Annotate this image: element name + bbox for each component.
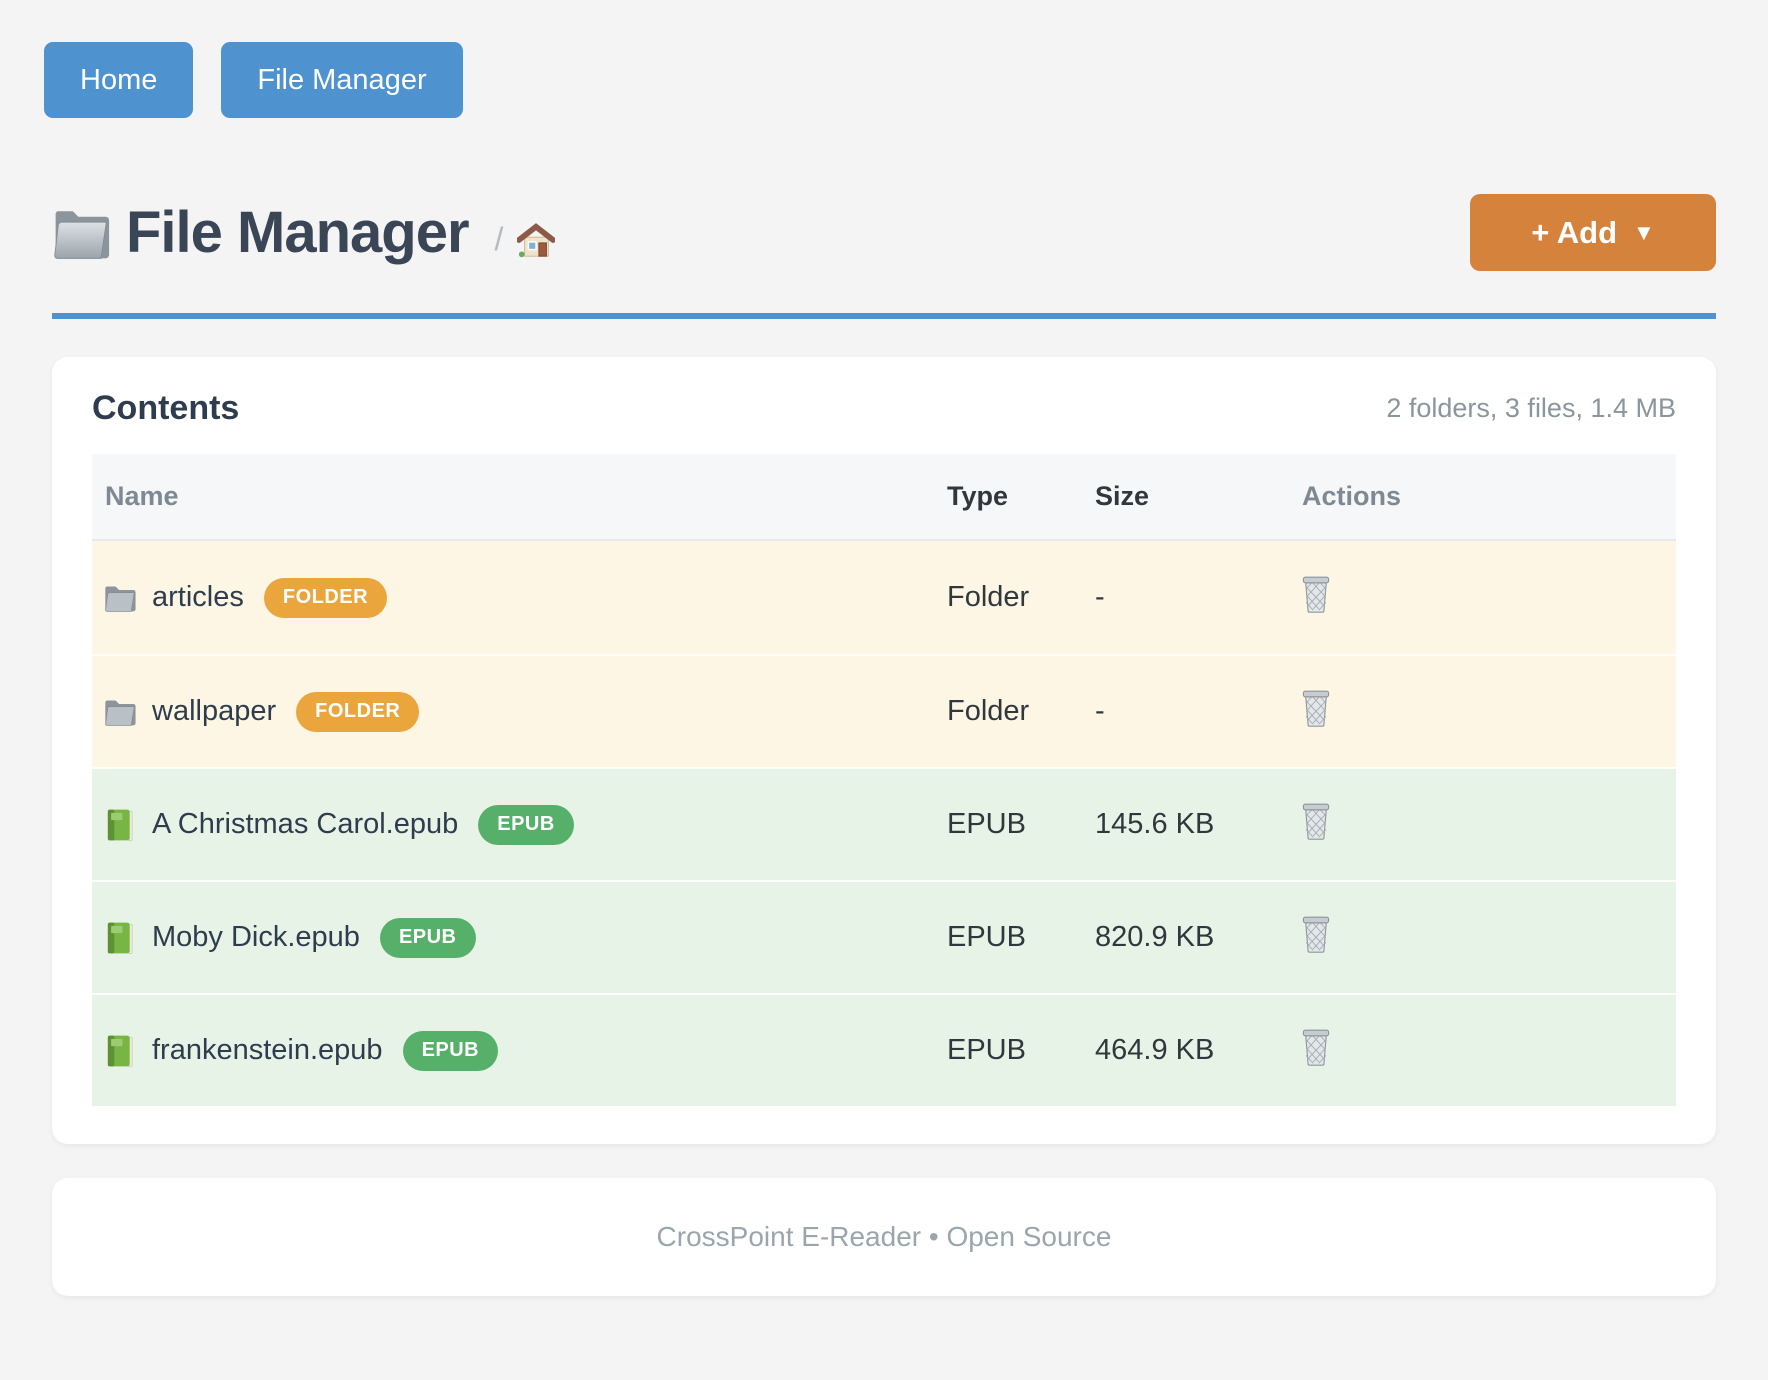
file-type: Folder [947, 695, 1095, 728]
wastebasket-icon [1302, 800, 1330, 842]
file-name[interactable]: articles [152, 581, 244, 614]
file-type: EPUB [947, 1034, 1095, 1067]
table-row: wallpaper FOLDER Folder - [92, 654, 1676, 767]
wastebasket-icon [1302, 573, 1330, 615]
file-type: EPUB [947, 808, 1095, 841]
file-type: EPUB [947, 921, 1095, 954]
page-header: File Manager / + Add ▼ [52, 194, 1716, 271]
title-divider [52, 313, 1716, 319]
table-body: articles FOLDER Folder - [92, 541, 1676, 1106]
delete-button[interactable] [1302, 687, 1330, 729]
nav-button-file-manager[interactable]: File Manager [221, 42, 462, 118]
table-row: articles FOLDER Folder - [92, 541, 1676, 654]
footer-text: CrossPoint E-Reader • Open Source [657, 1221, 1112, 1253]
file-size: 820.9 KB [1095, 921, 1292, 954]
column-header-actions: Actions [1292, 481, 1676, 512]
file-type-badge: EPUB [478, 805, 574, 845]
file-type-badge: FOLDER [296, 692, 419, 732]
table-header-row: Name Type Size Actions [92, 454, 1676, 541]
footer: CrossPoint E-Reader • Open Source [52, 1178, 1716, 1296]
delete-button[interactable] [1302, 800, 1330, 842]
page-title: File Manager [126, 204, 469, 262]
file-name[interactable]: A Christmas Carol.epub [152, 808, 458, 841]
file-size: 464.9 KB [1095, 1034, 1292, 1067]
contents-card: Contents 2 folders, 3 files, 1.4 MB Name… [52, 357, 1716, 1144]
file-size: 145.6 KB [1095, 808, 1292, 841]
chevron-down-icon: ▼ [1633, 220, 1655, 246]
folder-icon [104, 581, 136, 615]
file-type: Folder [947, 581, 1095, 614]
contents-card-header: Contents 2 folders, 3 files, 1.4 MB [92, 387, 1676, 454]
nav-button-home[interactable]: Home [44, 42, 193, 118]
wastebasket-icon [1302, 687, 1330, 729]
delete-button[interactable] [1302, 573, 1330, 615]
column-header-name: Name [92, 481, 947, 512]
file-type-badge: EPUB [380, 918, 476, 958]
delete-button[interactable] [1302, 1026, 1330, 1068]
add-button[interactable]: + Add ▼ [1470, 194, 1716, 271]
add-button-label: + Add [1531, 215, 1617, 251]
top-nav: Home File Manager [44, 42, 1716, 118]
title-group: File Manager / [52, 204, 555, 262]
breadcrumb-home-icon[interactable] [517, 223, 555, 259]
file-name[interactable]: frankenstein.epub [152, 1034, 383, 1067]
delete-button[interactable] [1302, 913, 1330, 955]
file-size: - [1095, 581, 1292, 614]
file-name[interactable]: Moby Dick.epub [152, 921, 360, 954]
column-header-type: Type [947, 481, 1095, 512]
page: Home File Manager File Manager / [0, 0, 1768, 1296]
table-row: A Christmas Carol.epub EPUB EPUB 145.6 K… [92, 767, 1676, 880]
column-header-size: Size [1095, 481, 1292, 512]
book-icon [104, 1034, 136, 1068]
contents-title: Contents [92, 389, 239, 428]
table-row: frankenstein.epub EPUB EPUB 464.9 KB [92, 993, 1676, 1106]
file-name[interactable]: wallpaper [152, 695, 276, 728]
breadcrumb-separator: / [495, 221, 504, 258]
table-row: Moby Dick.epub EPUB EPUB 820.9 KB [92, 880, 1676, 993]
folder-icon [104, 695, 136, 729]
file-type-badge: FOLDER [264, 578, 387, 618]
file-type-badge: EPUB [403, 1031, 499, 1071]
wastebasket-icon [1302, 1026, 1330, 1068]
file-table: Name Type Size Actions articles FOLDER F… [92, 454, 1676, 1106]
wastebasket-icon [1302, 913, 1330, 955]
contents-summary: 2 folders, 3 files, 1.4 MB [1386, 393, 1676, 424]
book-icon [104, 921, 136, 955]
file-size: - [1095, 695, 1292, 728]
folder-icon [52, 204, 110, 262]
book-icon [104, 808, 136, 842]
